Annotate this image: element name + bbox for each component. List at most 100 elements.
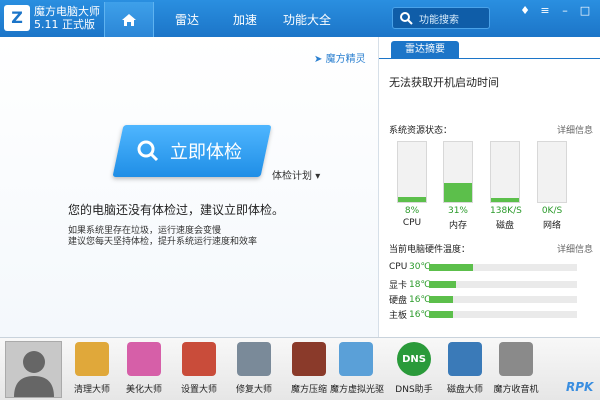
resource-value: 31% (447, 206, 468, 216)
search-box[interactable]: 功能搜索 (392, 7, 490, 29)
tool-disc[interactable]: 魔方虚拟光驱 (330, 342, 385, 395)
resource-memory: 31% 内存 (443, 141, 473, 231)
temp-bar (429, 311, 577, 318)
temperature-header: 当前电脑硬件温度： (389, 245, 471, 255)
sprite-link[interactable]: ➤ 魔方精灵 (314, 50, 366, 65)
window-controls: ♦ ≡ – □ ✕ (518, 4, 600, 17)
tool-label: 魔方虚拟光驱 (330, 385, 385, 395)
search-placeholder: 功能搜索 (419, 15, 459, 26)
tool-dns[interactable]: DNS DNS助手 (388, 342, 440, 395)
temp-bar (429, 296, 577, 303)
menu-icon[interactable]: ≡ (538, 4, 552, 17)
toolbar-bottom: 清理大师 美化大师 设置大师 修复大师 魔方压缩 魔方虚拟光驱 DNS DNS助手 磁盘大师 魔方… (0, 337, 600, 400)
tool-label: 修复大师 (235, 385, 272, 395)
temp-name: 显卡 (389, 281, 408, 291)
tool-archive[interactable]: 魔方压缩 (283, 342, 335, 395)
resource-label: 内存 (448, 221, 467, 231)
resource-label: CPU (402, 218, 422, 228)
disk-icon (448, 342, 482, 376)
tip-line: 如果系统里存在垃圾，运行速度会变慢 (68, 226, 222, 236)
tab-features[interactable]: 功能大全 (283, 11, 331, 28)
temp-value: 18℃ (409, 279, 431, 290)
tool-label: 美化大师 (125, 385, 162, 395)
tool-label: 魔方收音机 (493, 385, 539, 395)
resource-bar (490, 141, 520, 203)
avatar[interactable] (5, 341, 62, 398)
resource-network: 0K/S 网络 (537, 141, 567, 231)
temp-row-gpu: 显卡 18℃ (389, 278, 577, 291)
tool-label: 清理大师 (73, 385, 110, 395)
temp-name: 硬盘 (389, 296, 408, 306)
tool-label: 磁盘大师 (446, 385, 483, 395)
tab-speedup[interactable]: 加速 (233, 11, 257, 28)
resource-detail-link[interactable]: 详细信息 (557, 123, 593, 136)
resource-fill (491, 198, 519, 202)
title-bar: Z 魔方电脑大师 5.11 正式版 雷达 加速 功能大全 功能搜索 ♦ ≡ – … (0, 0, 600, 37)
resource-header: 系统资源状态： (389, 126, 453, 136)
dns-icon: DNS (397, 342, 431, 376)
temp-row-disk: 硬盘 16℃ (389, 293, 577, 306)
resource-fill (398, 197, 426, 202)
tool-radio[interactable]: 魔方收音机 (490, 342, 542, 395)
temp-row-motherboard: 主板 16℃ (389, 308, 577, 321)
radar-tab-bar: 雷达摘要 (379, 37, 600, 59)
temp-bar (429, 263, 577, 271)
resource-fill (444, 183, 472, 202)
checkup-plan-dropdown[interactable]: 体检计划 ▾ (272, 167, 320, 182)
temp-row-cpu: CPU 30℃ (389, 262, 577, 272)
tool-label: 魔方压缩 (290, 385, 327, 395)
checkup-panel: ➤ 魔方精灵 立即体检 体检计划 ▾ 您的电脑还没有体检过，建议立即体检。 如果… (0, 37, 378, 337)
sprite-label: 魔方精灵 (325, 54, 366, 65)
tip-line: 建议您每天坚持体检，提升系统运行速度和效率 (68, 237, 258, 247)
temp-value: 16℃ (409, 309, 431, 320)
resource-value: 0K/S (541, 206, 563, 216)
temp-fill (429, 281, 456, 288)
minimize-icon[interactable]: – (558, 4, 572, 17)
archive-icon (292, 342, 326, 376)
check-now-button[interactable]: 立即体检 (112, 125, 272, 177)
broom-icon (75, 342, 109, 376)
resource-bar (443, 141, 473, 203)
checkup-tips: 如果系统里存在垃圾，运行速度会变慢 建议您每天坚持体检，提升系统运行速度和效率 (68, 226, 257, 248)
plan-label: 体检计划 (272, 171, 312, 182)
search-icon (137, 140, 159, 162)
disc-icon (339, 342, 373, 376)
watermark-logo: RPK (566, 380, 594, 394)
tool-rocket[interactable]: 设置大师 (173, 342, 225, 395)
temperature-detail-link[interactable]: 详细信息 (557, 242, 593, 255)
temp-value: 30℃ (409, 262, 431, 272)
resource-label: 网络 (542, 221, 561, 231)
app-logo-icon: Z (4, 5, 30, 31)
wrench-icon (237, 342, 271, 376)
temp-fill (429, 263, 474, 271)
home-icon (122, 13, 136, 26)
skin-icon[interactable]: ♦ (518, 4, 532, 17)
boot-time-status: 无法获取开机启动时间 (389, 76, 499, 89)
temp-fill (429, 311, 453, 318)
search-icon (400, 12, 413, 25)
tool-brush[interactable]: 美化大师 (118, 342, 170, 395)
resource-label: 磁盘 (495, 221, 514, 231)
temp-name: 主板 (389, 311, 408, 321)
brush-icon (127, 342, 161, 376)
tool-disk[interactable]: 磁盘大师 (439, 342, 491, 395)
resource-value: 138K/S (490, 206, 522, 216)
resource-value: 8% (404, 206, 420, 216)
radar-summary-panel: 雷达摘要 无法获取开机启动时间 系统资源状态： 详细信息 8% CPU 31% … (379, 37, 600, 337)
checkup-message: 您的电脑还没有体检过，建议立即体检。 (68, 203, 285, 217)
tool-wrench[interactable]: 修复大师 (228, 342, 280, 395)
home-button[interactable] (104, 2, 154, 37)
resource-disk: 138K/S 磁盘 (490, 141, 522, 231)
chevron-down-icon: ▾ (315, 171, 321, 182)
resource-bar (537, 141, 567, 203)
radio-icon (499, 342, 533, 376)
tab-radar-summary[interactable]: 雷达摘要 (391, 41, 459, 59)
temp-value: 16℃ (409, 294, 431, 305)
tool-label: DNS助手 (395, 385, 433, 395)
tab-radar[interactable]: 雷达 (175, 11, 199, 28)
tool-broom[interactable]: 清理大师 (66, 342, 118, 395)
user-icon (14, 351, 54, 397)
resource-bar (397, 141, 427, 203)
check-now-label: 立即体检 (170, 142, 242, 163)
maximize-icon[interactable]: □ (578, 4, 592, 17)
